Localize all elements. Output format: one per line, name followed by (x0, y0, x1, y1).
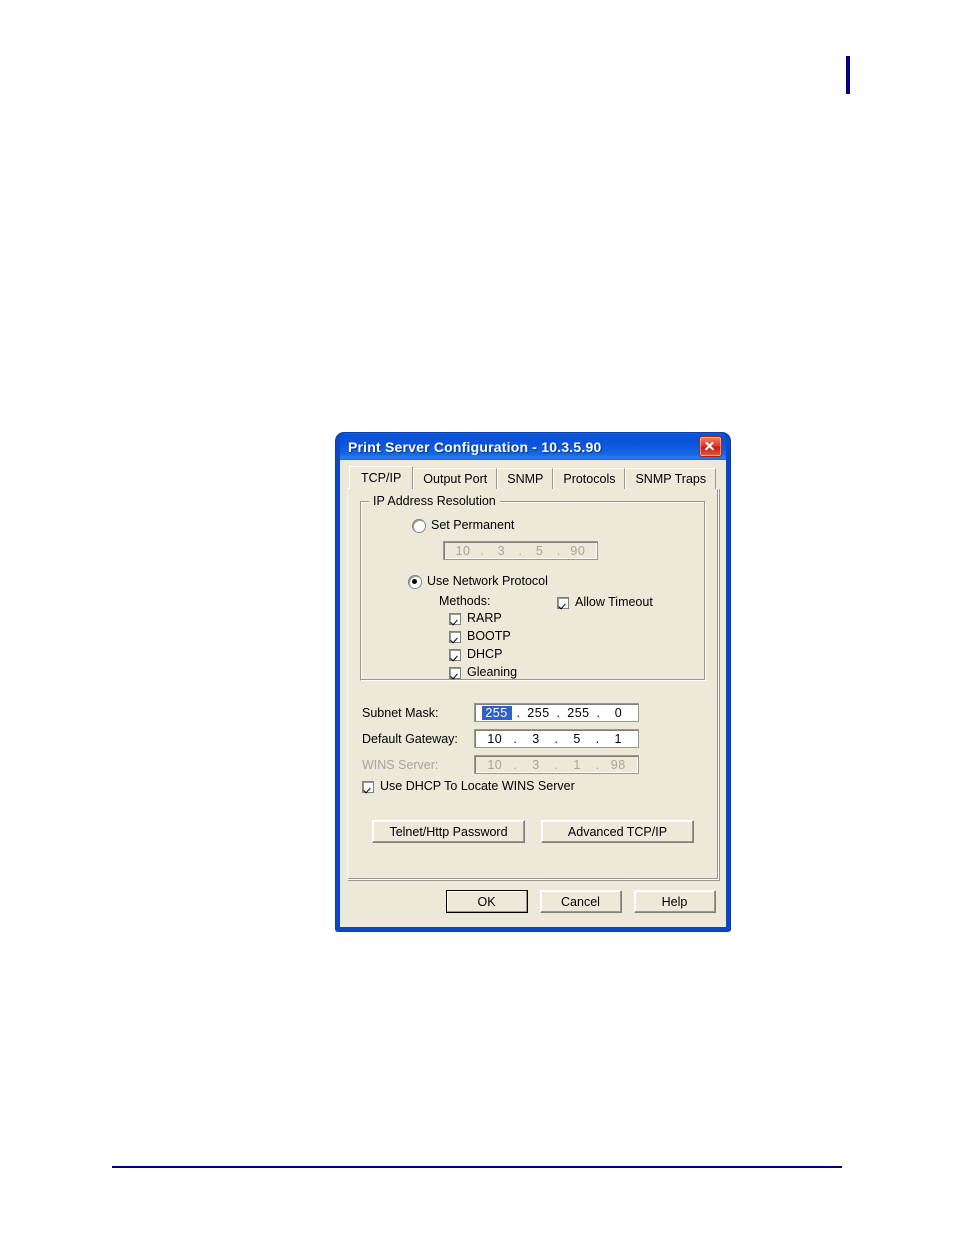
wins-dot-1: . (513, 757, 518, 772)
radio-icon-set-permanent (413, 519, 425, 532)
radio-use-network-protocol[interactable]: Use Network Protocol (409, 574, 695, 589)
checkbox-rarp-label: RARP (467, 611, 502, 625)
subnet-dot-3: . (596, 705, 601, 720)
dialog-body: TCP/IP Output Port SNMP Protocols SNMP T… (340, 460, 726, 927)
checkbox-bootp[interactable]: BOOTP (449, 629, 557, 644)
checkbox-rarp[interactable]: RARP (449, 611, 557, 626)
print-server-configuration-dialog: Print Server Configuration - 10.3.5.90 T… (336, 433, 730, 931)
tab-output-port[interactable]: Output Port (413, 468, 498, 489)
wins-dot-3: . (595, 757, 600, 772)
tab-snmp[interactable]: SNMP (497, 468, 554, 489)
subnet-dot-2: . (556, 705, 561, 720)
tabstrip: TCP/IP Output Port SNMP Protocols SNMP T… (347, 466, 719, 489)
checkbox-gleaning[interactable]: Gleaning (449, 665, 557, 680)
checkbox-icon-allow-timeout (557, 596, 569, 609)
dialog-title: Print Server Configuration - 10.3.5.90 (348, 438, 602, 455)
tcpip-action-buttons: Telnet/Http Password Advanced TCP/IP (358, 820, 708, 843)
checkbox-icon-use-dhcp-wins (362, 780, 374, 793)
ip-octet-2: 3 (497, 543, 506, 558)
wins-server-field: 10 . 3 . 1 . 98 (474, 755, 639, 774)
gateway-octet-3: 5 (573, 731, 581, 746)
tab-protocols-label: Protocols (563, 472, 616, 486)
ip-address-resolution-title: IP Address Resolution (369, 494, 500, 508)
cancel-button-label: Cancel (561, 894, 600, 909)
checkbox-bootp-label: BOOTP (467, 629, 511, 643)
tab-snmp-traps[interactable]: SNMP Traps (625, 468, 717, 489)
checkbox-icon-dhcp (449, 648, 461, 661)
subnet-mask-field[interactable]: 255 . 255 . 255 . 0 (474, 703, 639, 722)
checkbox-icon-gleaning (449, 666, 461, 679)
checkbox-allow-timeout-label: Allow Timeout (575, 595, 653, 609)
radio-set-permanent-label: Set Permanent (431, 518, 515, 532)
checkbox-allow-timeout[interactable]: Allow Timeout (557, 595, 653, 610)
subnet-octet-2: 255 (527, 705, 550, 720)
page-footer-rule (112, 1166, 842, 1168)
ip-address-resolution-group: IP Address Resolution Set Permanent 10 .… (360, 494, 706, 681)
ok-button[interactable]: OK (445, 890, 528, 913)
gateway-octet-2: 3 (532, 731, 540, 746)
set-permanent-ip-field: 10 . 3 . 5 . 90 (443, 541, 598, 560)
dialog-footer: OK Cancel Help (347, 890, 719, 913)
ip-dot-2: . (518, 543, 523, 558)
checkbox-dhcp-label: DHCP (467, 647, 503, 661)
telnet-http-password-label: Telnet/Http Password (389, 824, 508, 839)
cancel-button[interactable]: Cancel (539, 890, 622, 913)
default-gateway-label: Default Gateway: (362, 731, 458, 746)
tab-snmp-label: SNMP (507, 472, 544, 486)
wins-octet-1: 10 (487, 757, 503, 772)
ok-button-label: OK (477, 894, 496, 909)
gateway-dot-1: . (513, 731, 518, 746)
ip-octet-1: 10 (455, 543, 471, 558)
ip-octet-3: 5 (535, 543, 544, 558)
tab-panel-tcpip: IP Address Resolution Set Permanent 10 .… (347, 488, 719, 880)
radio-use-network-protocol-label: Use Network Protocol (427, 574, 548, 588)
row-wins-server: WINS Server: 10 . 3 . 1 . 98 (358, 755, 708, 774)
checkbox-use-dhcp-wins-label: Use DHCP To Locate WINS Server (380, 779, 575, 793)
gateway-octet-4: 1 (614, 731, 622, 746)
checkbox-use-dhcp-wins[interactable]: Use DHCP To Locate WINS Server (362, 779, 708, 794)
tab-protocols[interactable]: Protocols (553, 468, 626, 489)
wins-octet-3: 1 (573, 757, 581, 772)
help-button-label: Help (661, 894, 688, 909)
default-gateway-field[interactable]: 10 . 3 . 5 . 1 (474, 729, 639, 748)
subnet-octet-3: 255 (567, 705, 590, 720)
checkbox-icon-rarp (449, 612, 461, 625)
gateway-dot-2: . (554, 731, 559, 746)
wins-octet-2: 3 (532, 757, 540, 772)
advanced-tcpip-label: Advanced TCP/IP (567, 824, 668, 839)
tab-tcpip-label: TCP/IP (361, 471, 402, 485)
checkbox-icon-bootp (449, 630, 461, 643)
row-subnet-mask: Subnet Mask: 255 . 255 . 255 . 0 (358, 703, 708, 722)
checkbox-dhcp[interactable]: DHCP (449, 647, 557, 662)
row-default-gateway: Default Gateway: 10 . 3 . 5 . 1 (358, 729, 708, 748)
subnet-dot-1: . (516, 705, 521, 720)
ip-octet-4: 90 (570, 543, 586, 558)
subnet-mask-label: Subnet Mask: (362, 705, 439, 720)
ip-dot-3: . (556, 543, 561, 558)
wins-octet-4: 98 (610, 757, 626, 772)
close-icon[interactable] (699, 436, 722, 457)
page-margin-mark (846, 56, 850, 94)
checkbox-gleaning-label: Gleaning (467, 665, 518, 679)
advanced-tcpip-button[interactable]: Advanced TCP/IP (541, 820, 694, 843)
telnet-http-password-button[interactable]: Telnet/Http Password (372, 820, 525, 843)
gateway-dot-3: . (595, 731, 600, 746)
methods-label: Methods: (439, 594, 491, 608)
ip-dot-1: . (480, 543, 485, 558)
radio-set-permanent[interactable]: Set Permanent (413, 518, 695, 533)
help-button[interactable]: Help (633, 890, 716, 913)
tab-snmp-traps-label: SNMP Traps (635, 472, 707, 486)
wins-server-label: WINS Server: (362, 757, 439, 772)
tab-tcpip[interactable]: TCP/IP (349, 466, 414, 489)
gateway-octet-1: 10 (487, 731, 503, 746)
tab-output-port-label: Output Port (423, 472, 488, 486)
subnet-octet-1: 255 (481, 705, 512, 720)
subnet-octet-4: 0 (614, 705, 623, 720)
radio-icon-use-network-protocol (409, 575, 421, 588)
dialog-titlebar[interactable]: Print Server Configuration - 10.3.5.90 (340, 433, 726, 460)
wins-dot-2: . (554, 757, 559, 772)
